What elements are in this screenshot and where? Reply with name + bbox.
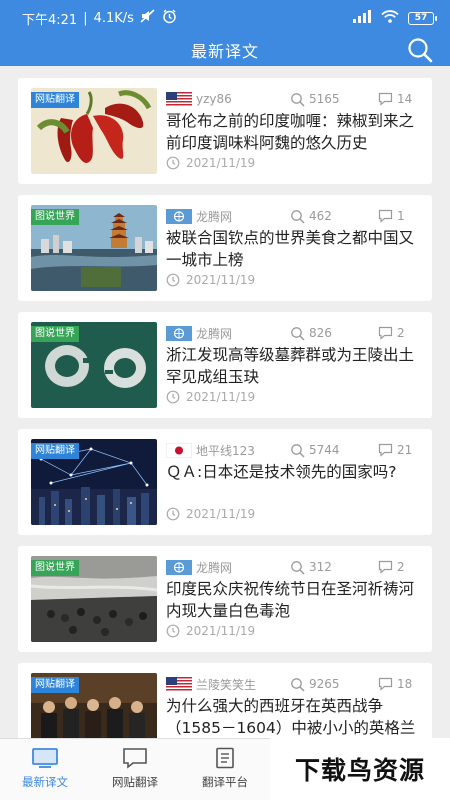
un-emblem-icon (166, 559, 192, 575)
comment-count: 14 (378, 92, 412, 106)
article-card[interactable]: 网贴翻译 地平线123 5744 21 ＱＡ:日本还是技术领先的国家吗? 202… (18, 429, 432, 535)
view-count: 462 (290, 209, 378, 224)
battery-icon: 57 (408, 11, 437, 25)
article-thumbnail: 网贴翻译 (31, 88, 157, 174)
japan-flag-icon (166, 442, 192, 458)
search-icon[interactable] (406, 36, 434, 64)
network-speed: 4.1K/s (93, 10, 134, 26)
article-feed[interactable]: 网贴翻译 yzy86 5165 14 哥伦布之前的印度咖喱：辣椒到来之前印度调味… (0, 66, 450, 738)
monitor-icon (32, 748, 58, 768)
author-name: 地平线123 (196, 443, 255, 458)
wifi-icon (381, 9, 399, 27)
view-count: 312 (290, 560, 378, 575)
article-title[interactable]: 印度民众庆祝传统节日在圣河祈祷河内现大量白色毒泡 (166, 578, 428, 622)
article-thumbnail: 网贴翻译 (31, 673, 157, 738)
clock-icon (166, 390, 180, 404)
category-tag: 图说世界 (31, 326, 79, 342)
view-count: 5165 (290, 92, 378, 107)
comment-count: 2 (378, 560, 405, 574)
article-card[interactable]: 图说世界 龙腾网 312 2 印度民众庆祝传统节日在圣河祈祷河内现大量白色毒泡 … (18, 546, 432, 652)
views-search-icon (291, 326, 305, 341)
chat-bubble-icon (123, 748, 147, 769)
status-left: 下午4:21 | 4.1K/s (22, 9, 352, 28)
article-thumbnail: 网贴翻译 (31, 439, 157, 525)
article-meta: yzy86 5165 14 (166, 90, 424, 108)
signal-icon (352, 9, 372, 27)
comment-icon (378, 443, 393, 457)
article-title[interactable]: 为什么强大的西班牙在英西战争（1585－1604）中被小小的英格兰所 (166, 695, 428, 738)
comment-icon (378, 677, 393, 691)
un-emblem-icon (166, 208, 192, 224)
author-name: 龙腾网 (196, 209, 233, 224)
article-date: 2021/11/19 (166, 624, 255, 638)
comment-count: 2 (378, 326, 405, 340)
category-tag: 图说世界 (31, 560, 79, 576)
views-search-icon (291, 209, 305, 224)
clock-icon (166, 624, 180, 638)
status-time: 下午4:21 (22, 12, 78, 28)
view-count: 5744 (290, 443, 378, 458)
author-name: yzy86 (196, 92, 232, 106)
tab-translation-platform[interactable]: 翻译平台 (180, 739, 270, 800)
views-search-icon (291, 677, 305, 692)
author-name: 兰陵笑笑生 (196, 677, 257, 692)
article-thumbnail: 图说世界 (31, 205, 157, 291)
tab-forum-translations[interactable]: 网贴翻译 (90, 739, 180, 800)
views-search-icon (291, 560, 305, 575)
document-icon (216, 747, 234, 769)
tab-latest-translations[interactable]: 最新译文 (0, 739, 90, 800)
category-tag: 网贴翻译 (31, 677, 79, 693)
watermark: 下载鸟资源 (270, 738, 450, 800)
category-tag: 网贴翻译 (31, 443, 79, 459)
article-card[interactable]: 图说世界 龙腾网 826 2 浙江发现高等级墓葬群或为王陵出土罕见成组玉玦 20… (18, 312, 432, 418)
view-count: 826 (290, 326, 378, 341)
mute-icon (140, 9, 156, 27)
article-date: 2021/11/19 (166, 156, 255, 170)
comment-icon (378, 326, 393, 340)
article-thumbnail: 图说世界 (31, 556, 157, 642)
article-card[interactable]: 网贴翻译 yzy86 5165 14 哥伦布之前的印度咖喱：辣椒到来之前印度调味… (18, 78, 432, 184)
article-meta: 兰陵笑笑生 9265 18 (166, 675, 424, 693)
article-meta: 地平线123 5744 21 (166, 441, 424, 459)
article-title[interactable]: 哥伦布之前的印度咖喱：辣椒到来之前印度调味料阿魏的悠久历史 (166, 110, 428, 154)
clock-icon (166, 156, 180, 170)
article-title[interactable]: 浙江发现高等级墓葬群或为王陵出土罕见成组玉玦 (166, 344, 428, 388)
un-emblem-icon (166, 325, 192, 341)
category-tag: 网贴翻译 (31, 92, 79, 108)
article-thumbnail: 图说世界 (31, 322, 157, 408)
clock-icon (166, 273, 180, 287)
article-meta: 龙腾网 462 1 (166, 207, 424, 225)
comment-count: 18 (378, 677, 412, 691)
comment-count: 1 (378, 209, 405, 223)
status-right: 57 (352, 9, 437, 27)
author-name: 龙腾网 (196, 326, 233, 341)
author-name: 龙腾网 (196, 560, 233, 575)
page-title: 最新译文 (190, 42, 259, 61)
views-search-icon (291, 443, 305, 458)
alarm-icon (162, 9, 177, 28)
article-date: 2021/11/19 (166, 390, 255, 404)
article-meta: 龙腾网 826 2 (166, 324, 424, 342)
article-date: 2021/11/19 (166, 507, 255, 521)
app-bar: 最新译文 (0, 36, 450, 66)
us-flag-icon (166, 91, 192, 107)
article-card[interactable]: 图说世界 龙腾网 462 1 被联合国钦点的世界美食之都中国又一城市上榜 202… (18, 195, 432, 301)
comment-count: 21 (378, 443, 412, 457)
comment-icon (378, 92, 393, 106)
comment-icon (378, 560, 393, 574)
article-title[interactable]: ＱＡ:日本还是技术领先的国家吗? (166, 461, 428, 483)
article-title[interactable]: 被联合国钦点的世界美食之都中国又一城市上榜 (166, 227, 428, 271)
article-date: 2021/11/19 (166, 273, 255, 287)
view-count: 9265 (290, 677, 378, 692)
clock-icon (166, 507, 180, 521)
views-search-icon (291, 92, 305, 107)
comment-icon (378, 209, 393, 223)
us-flag-icon (166, 676, 192, 692)
status-bar: 下午4:21 | 4.1K/s 57 (0, 0, 450, 36)
category-tag: 图说世界 (31, 209, 79, 225)
article-meta: 龙腾网 312 2 (166, 558, 424, 576)
article-card[interactable]: 网贴翻译 兰陵笑笑生 9265 18 为什么强大的西班牙在英西战争（1585－1… (18, 663, 432, 738)
